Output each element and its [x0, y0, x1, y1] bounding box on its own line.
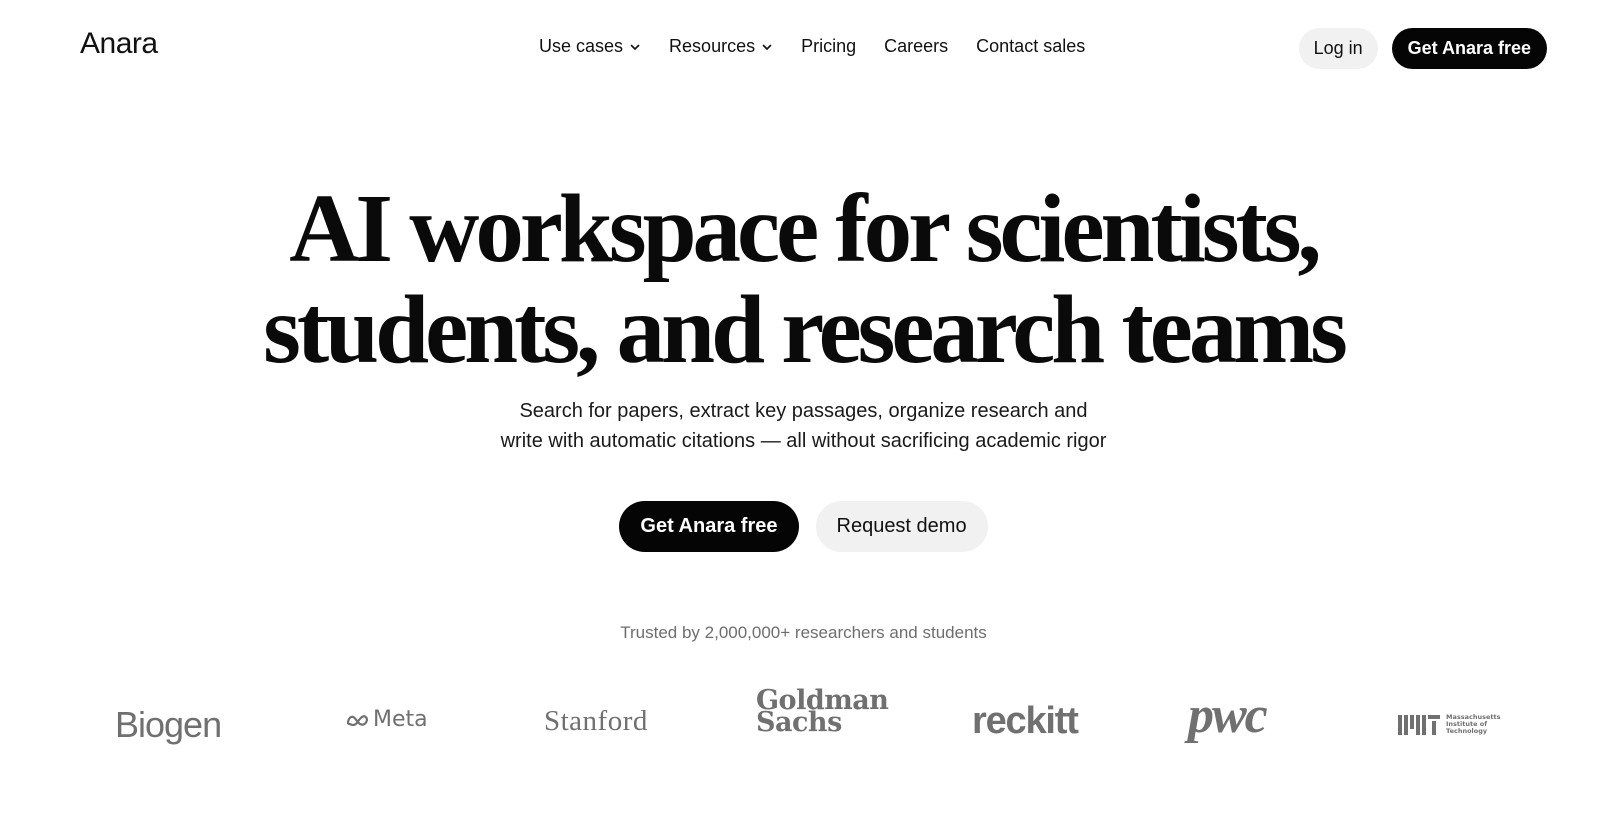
get-anara-free-button[interactable]: Get Anara free — [619, 501, 799, 552]
mit-mark-icon — [1398, 714, 1440, 735]
nav-label: Use cases — [539, 36, 624, 56]
main-nav: Use cases Resources Pricing Careers Cont… — [539, 36, 1085, 57]
nav-resources[interactable]: Resources — [669, 36, 773, 57]
nav-label: Pricing — [801, 36, 857, 56]
meta-logo: Meta — [346, 707, 428, 732]
chevron-down-icon — [762, 44, 772, 50]
nav-use-cases[interactable]: Use cases — [539, 36, 641, 57]
hero-cta-row: Get Anara free Request demo — [0, 501, 1607, 552]
header-actions: Log in Get Anara free — [1298, 28, 1547, 69]
site-header: Anara Use cases Resources Pricing Career… — [0, 0, 1607, 96]
nav-careers[interactable]: Careers — [884, 36, 948, 57]
chevron-down-icon — [630, 44, 640, 50]
login-button[interactable]: Log in — [1298, 28, 1378, 69]
hero-title: AI workspace for scientists, students, a… — [0, 178, 1607, 380]
trusted-by-text: Trusted by 2,000,000+ researchers and st… — [620, 623, 987, 642]
nav-pricing[interactable]: Pricing — [801, 36, 856, 57]
mit-logo-text: Massachusetts Institute of Technology — [1446, 714, 1500, 735]
biogen-logo: Biogen — [115, 704, 222, 745]
meta-logo-text: Meta — [373, 707, 428, 732]
nav-label: Careers — [884, 36, 949, 56]
request-demo-button[interactable]: Request demo — [815, 501, 988, 552]
meta-infinity-icon — [346, 714, 368, 726]
customer-logos: Biogen Meta Stanford Goldman Sachs recki… — [0, 687, 1607, 750]
stanford-logo: Stanford — [544, 705, 648, 737]
brand-logo[interactable]: Anara — [80, 27, 158, 61]
hero-subtitle-line: write with automatic citations — all wit… — [500, 430, 1107, 452]
mit-logo: Massachusetts Institute of Technology — [1398, 714, 1500, 735]
reckitt-logo: reckitt — [972, 700, 1079, 742]
pwc-logo: pwc — [1188, 687, 1268, 744]
hero-subtitle-line: Search for papers, extract key passages,… — [519, 400, 1088, 422]
nav-contact-sales[interactable]: Contact sales — [976, 36, 1085, 57]
hero-title-line: AI workspace for scientists, — [289, 175, 1322, 282]
nav-label: Contact sales — [976, 36, 1086, 56]
get-anara-free-header-button[interactable]: Get Anara free — [1391, 28, 1547, 69]
hero-title-line: students, and research teams — [263, 276, 1348, 383]
mit-logo-text-line: Technology — [1446, 727, 1488, 735]
nav-label: Resources — [669, 36, 756, 56]
hero-subtitle: Search for papers, extract key passages,… — [0, 396, 1607, 456]
goldman-sachs-logo: Goldman Sachs — [756, 687, 889, 736]
